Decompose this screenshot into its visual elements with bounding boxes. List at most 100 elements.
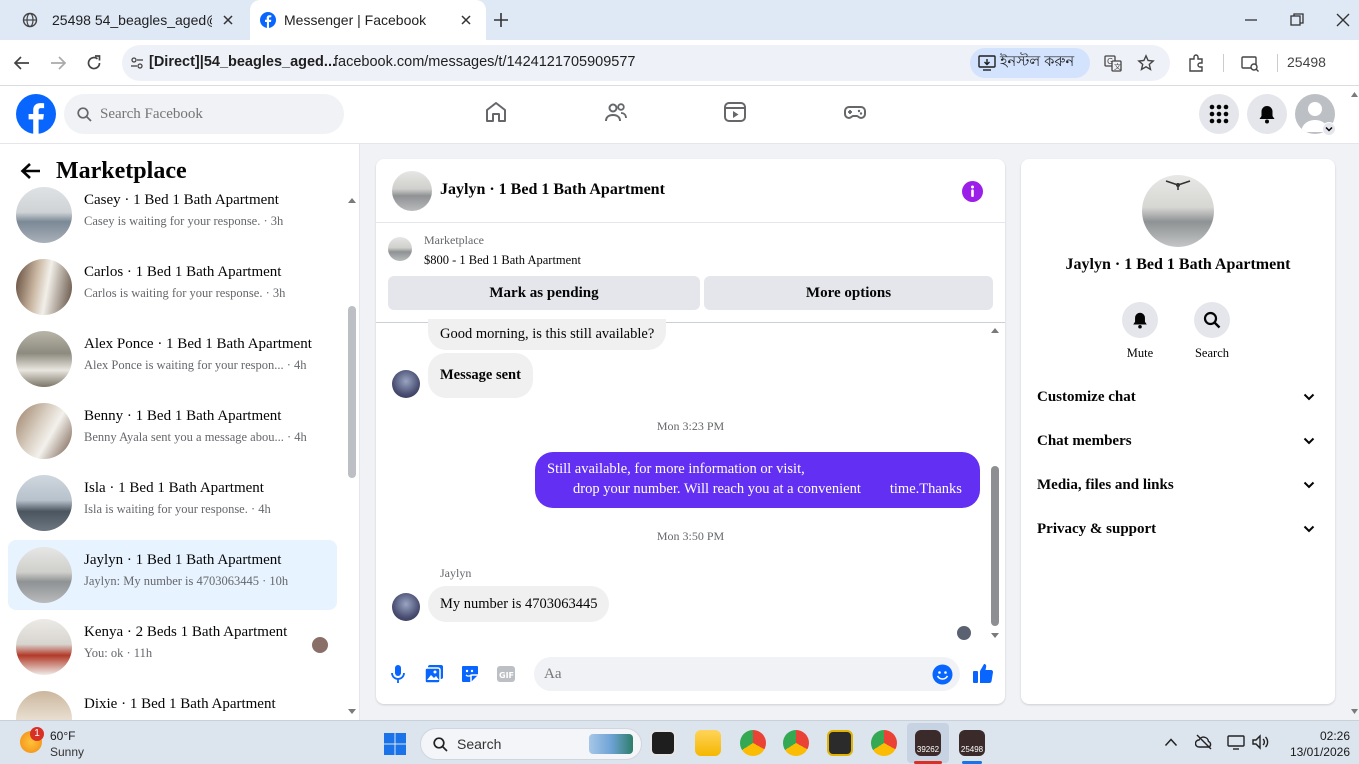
- gaming-controller-icon[interactable]: [843, 100, 867, 124]
- site-settings-icon[interactable]: [130, 56, 144, 70]
- sender-avatar[interactable]: [392, 370, 420, 398]
- taskbar-search[interactable]: Search: [420, 728, 642, 760]
- scroll-down-icon[interactable]: [1350, 708, 1359, 716]
- chat-avatar[interactable]: [392, 171, 432, 211]
- thumbs-up-like-icon[interactable]: [972, 662, 994, 684]
- microphone-icon[interactable]: [390, 664, 406, 684]
- conversation-item[interactable]: Alex Ponce · 1 Bed 1 Bath Apartment Alex…: [8, 324, 337, 394]
- scroll-up-icon[interactable]: [990, 326, 1000, 334]
- browser-profile-app-icon[interactable]: 25498: [959, 730, 985, 756]
- mark-as-pending-button[interactable]: Mark as pending: [388, 276, 700, 310]
- customize-chat-section[interactable]: Customize chat: [1037, 383, 1321, 413]
- conversation-preview: Benny Ayala sent you a message abou... ·…: [84, 430, 307, 444]
- translate-icon[interactable]: G文: [1104, 54, 1122, 72]
- network-icon[interactable]: [1227, 734, 1245, 750]
- emoji-icon[interactable]: [932, 664, 953, 685]
- minimize-icon[interactable]: [1242, 11, 1260, 29]
- new-tab-plus-icon[interactable]: [492, 11, 510, 29]
- conversation-item-selected[interactable]: Jaylyn · 1 Bed 1 Bath Apartment Jaylyn: …: [8, 540, 337, 610]
- chat-members-section[interactable]: Chat members: [1037, 427, 1321, 457]
- chrome-profile-icon[interactable]: [740, 730, 766, 756]
- taskbar-search-label: Search: [457, 736, 502, 752]
- browser-profile-app-icon[interactable]: 39262: [915, 730, 941, 756]
- weather-condition[interactable]: Sunny: [50, 745, 84, 759]
- listing-profile-image[interactable]: [1142, 175, 1214, 247]
- bookmark-star-icon[interactable]: [1137, 54, 1155, 72]
- close-tab-icon[interactable]: [458, 12, 474, 28]
- mute-action[interactable]: Mute: [1110, 302, 1170, 361]
- conversation-item[interactable]: Isla · 1 Bed 1 Bath Apartment Isla is wa…: [8, 468, 337, 538]
- menu-button[interactable]: [1199, 94, 1239, 134]
- conversation-item[interactable]: Benny · 1 Bed 1 Bath Apartment Benny Aya…: [8, 396, 337, 466]
- notifications-button[interactable]: [1247, 94, 1287, 134]
- conversation-item[interactable]: Casey · 1 Bed 1 Bath Apartment Casey is …: [8, 180, 337, 250]
- clock-time[interactable]: 02:26: [1290, 729, 1350, 743]
- profile-label[interactable]: 25498: [1287, 54, 1326, 70]
- sidebar-scrollbar[interactable]: [347, 192, 357, 720]
- listing-price-title[interactable]: $800 - 1 Bed 1 Bath Apartment: [424, 253, 581, 268]
- account-dropdown[interactable]: [1322, 122, 1336, 136]
- facebook-search[interactable]: [64, 94, 344, 134]
- section-label: Chat members: [1037, 433, 1132, 449]
- page-scrollbar[interactable]: [1350, 88, 1359, 720]
- privacy-support-section[interactable]: Privacy & support: [1037, 515, 1321, 545]
- clock-date[interactable]: 13/01/2026: [1280, 745, 1350, 759]
- chrome-profile-icon[interactable]: [783, 730, 809, 756]
- search-icon: [77, 107, 92, 122]
- search-action[interactable]: Search: [1182, 302, 1242, 361]
- mute-button[interactable]: [1122, 302, 1158, 338]
- conversation-name: Kenya · 2 Beds 1 Bath Apartment: [84, 624, 288, 640]
- back-arrow-icon[interactable]: [13, 54, 31, 72]
- gif-icon[interactable]: GIF: [496, 664, 516, 684]
- volume-icon[interactable]: [1251, 734, 1269, 750]
- tab-search-icon[interactable]: [1240, 53, 1260, 73]
- scroll-up-icon[interactable]: [1350, 90, 1359, 98]
- scroll-down-icon[interactable]: [347, 708, 357, 716]
- info-icon[interactable]: [962, 181, 983, 202]
- conversation-item[interactable]: Carlos · 1 Bed 1 Bath Apartment Carlos i…: [8, 252, 337, 322]
- conversation-name: Casey · 1 Bed 1 Bath Apartment: [84, 192, 279, 208]
- back-arrow-icon[interactable]: [20, 161, 42, 181]
- forward-arrow-icon[interactable]: [49, 54, 67, 72]
- conversation-item[interactable]: Kenya · 2 Beds 1 Bath Apartment You: ok …: [8, 612, 337, 682]
- windows-taskbar: 1 60°F Sunny Search 39262 25498 02:26 13…: [0, 720, 1359, 764]
- weather-temperature[interactable]: 60°F: [50, 729, 75, 743]
- app-x-icon[interactable]: [827, 730, 853, 756]
- search-conversation-button[interactable]: [1194, 302, 1230, 338]
- install-app-button[interactable]: ইনস্টল করুন: [970, 48, 1090, 78]
- sticker-icon[interactable]: [460, 664, 480, 684]
- friends-icon[interactable]: [604, 100, 628, 124]
- extensions-puzzle-icon[interactable]: [1187, 53, 1207, 73]
- browser-tab-2-active[interactable]: Messenger | Facebook: [250, 0, 486, 40]
- home-icon[interactable]: [484, 100, 508, 124]
- close-tab-icon[interactable]: [220, 12, 236, 28]
- windows-start-icon[interactable]: [384, 733, 406, 755]
- chevron-up-icon[interactable]: [1164, 737, 1178, 747]
- restore-icon[interactable]: [1288, 11, 1306, 29]
- message-timestamp: Mon 3:50 PM: [656, 529, 725, 543]
- address-bar[interactable]: [Direct]|54_beagles_aged... facebook.com…: [122, 45, 1170, 81]
- facebook-logo-icon[interactable]: [16, 94, 56, 134]
- more-options-button[interactable]: More options: [704, 276, 993, 310]
- search-input[interactable]: [100, 94, 330, 134]
- message-input[interactable]: [534, 657, 960, 691]
- scroll-down-icon[interactable]: [990, 632, 1000, 640]
- chat-scrollbar-thumb[interactable]: [991, 466, 999, 626]
- cloud-offline-icon[interactable]: [1195, 734, 1213, 750]
- chat-title[interactable]: Jaylyn · 1 Bed 1 Bath Apartment: [440, 181, 665, 199]
- file-explorer-icon[interactable]: [695, 730, 721, 756]
- browser-tab-1[interactable]: 25498 54_beagles_aged@i: [8, 0, 248, 40]
- video-watch-icon[interactable]: [723, 100, 747, 124]
- sender-avatar[interactable]: [392, 593, 420, 621]
- chrome-profile-icon[interactable]: [871, 730, 897, 756]
- svg-text:GIF: GIF: [499, 671, 514, 680]
- conversation-item[interactable]: Dixie · 1 Bed 1 Bath Apartment: [8, 684, 337, 720]
- close-window-icon[interactable]: [1334, 11, 1352, 29]
- media-files-links-section[interactable]: Media, files and links: [1037, 471, 1321, 501]
- scrollbar-thumb[interactable]: [348, 306, 356, 478]
- section-label: Customize chat: [1037, 389, 1136, 405]
- task-view-icon[interactable]: [650, 730, 676, 756]
- scroll-up-icon[interactable]: [347, 196, 357, 204]
- photo-gallery-icon[interactable]: [424, 664, 444, 684]
- reload-icon[interactable]: [85, 54, 103, 72]
